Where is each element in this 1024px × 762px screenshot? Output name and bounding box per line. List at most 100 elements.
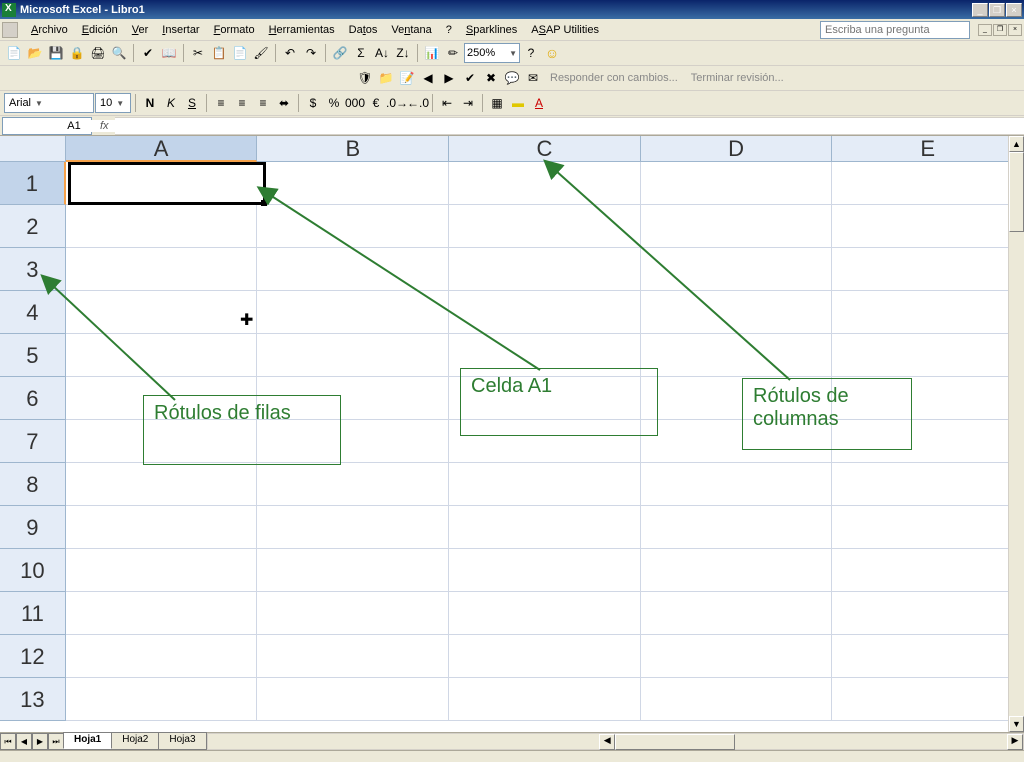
decrease-indent-button[interactable]: ⇤ [437,93,457,113]
paste-button[interactable]: 📄 [230,43,250,63]
new-button[interactable]: 📄 [4,43,24,63]
scroll-left-button[interactable]: ◀ [599,734,615,750]
review-end-label[interactable]: Terminar revisión... [685,72,790,84]
cell[interactable] [257,420,449,463]
italic-button[interactable]: K [161,93,181,113]
chart-button[interactable]: 📊 [422,43,442,63]
copy-button[interactable]: 📋 [209,43,229,63]
cell[interactable] [257,678,449,721]
cell[interactable] [257,506,449,549]
cell[interactable] [449,420,641,463]
scroll-up-button[interactable]: ▲ [1009,136,1024,152]
sort-asc-button[interactable]: A↓ [372,43,392,63]
row-header-11[interactable]: 11 [0,592,66,635]
review-share-button[interactable]: 📁 [376,68,396,88]
cell[interactable] [66,678,258,721]
sheet-tab-hoja1[interactable]: Hoja1 [63,732,112,749]
font-color-button[interactable]: A [529,93,549,113]
formula-input[interactable] [115,117,1024,135]
cell[interactable] [257,635,449,678]
cell[interactable] [257,334,449,377]
cell[interactable] [641,205,833,248]
cell[interactable] [832,592,1024,635]
align-left-button[interactable]: ≡ [211,93,231,113]
open-button[interactable]: 📂 [25,43,45,63]
cell[interactable] [257,162,449,205]
menu-sparklines[interactable]: Sparklines [459,22,524,38]
cell[interactable] [449,291,641,334]
cell[interactable] [66,162,258,205]
tab-next-button[interactable]: ▶ [32,733,48,750]
cell[interactable] [641,506,833,549]
tab-prev-button[interactable]: ◀ [16,733,32,750]
increase-decimal-button[interactable]: .0→ [387,93,407,113]
cell[interactable] [66,463,258,506]
fill-color-button[interactable]: ▬ [508,93,528,113]
menu-datos[interactable]: Datos [342,22,385,38]
format-painter-button[interactable]: 🖌 [251,43,271,63]
font-name-dropdown[interactable]: Arial▼ [4,93,94,113]
name-box[interactable]: ▼ [2,117,92,135]
cell[interactable] [449,635,641,678]
review-track-button[interactable]: 📝 [397,68,417,88]
tab-first-button[interactable]: ⏮ [0,733,16,750]
doc-minimize-button[interactable]: _ [978,24,992,36]
cell[interactable] [66,592,258,635]
save-button[interactable]: 💾 [46,43,66,63]
cell[interactable] [449,549,641,592]
cell[interactable] [66,635,258,678]
menu-asap[interactable]: ASAP Utilities [524,22,606,38]
vertical-scrollbar[interactable]: ▲ ▼ [1008,136,1024,732]
review-protect-button[interactable]: 🛡 [355,68,375,88]
help-button[interactable]: ? [521,43,541,63]
row-header-1[interactable]: 1 [0,162,66,205]
decrease-decimal-button[interactable]: ←.0 [408,93,428,113]
row-header-7[interactable]: 7 [0,420,66,463]
permissions-button[interactable]: 🔒 [67,43,87,63]
row-header-6[interactable]: 6 [0,377,66,420]
row-header-4[interactable]: 4 [0,291,66,334]
cell[interactable] [257,463,449,506]
scroll-right-button[interactable]: ▶ [1007,734,1023,750]
cell[interactable] [66,248,258,291]
sheet-tab-hoja2[interactable]: Hoja2 [111,732,159,749]
review-accept-button[interactable]: ✔ [460,68,480,88]
cell[interactable] [641,592,833,635]
cell[interactable] [832,377,1024,420]
review-reject-button[interactable]: ✖ [481,68,501,88]
print-preview-button[interactable]: 🔍 [109,43,129,63]
borders-button[interactable]: ▦ [487,93,507,113]
cell[interactable] [257,205,449,248]
cell[interactable] [832,248,1024,291]
cell[interactable] [832,678,1024,721]
review-respond-label[interactable]: Responder con cambios... [544,72,684,84]
hscroll-thumb[interactable] [615,734,735,750]
cell[interactable] [641,248,833,291]
menu-insertar[interactable]: Insertar [155,22,206,38]
align-center-button[interactable]: ≡ [232,93,252,113]
cell[interactable] [449,334,641,377]
cell[interactable] [832,549,1024,592]
cell[interactable] [641,678,833,721]
sheet-tab-hoja3[interactable]: Hoja3 [158,732,206,749]
increase-indent-button[interactable]: ⇥ [458,93,478,113]
align-right-button[interactable]: ≡ [253,93,273,113]
doc-restore-button[interactable]: ❐ [993,24,1007,36]
cell[interactable] [641,162,833,205]
cell[interactable] [66,205,258,248]
cell[interactable] [257,592,449,635]
cell[interactable] [449,592,641,635]
underline-button[interactable]: S [182,93,202,113]
review-prev-button[interactable]: ◀ [418,68,438,88]
row-header-2[interactable]: 2 [0,205,66,248]
cell[interactable] [257,248,449,291]
menu-herramientas[interactable]: Herramientas [262,22,342,38]
merge-center-button[interactable]: ⬌ [274,93,294,113]
cell[interactable] [832,506,1024,549]
cell[interactable] [257,291,449,334]
doc-close-button[interactable]: × [1008,24,1022,36]
horizontal-scrollbar[interactable]: ◀ ▶ [207,733,1024,750]
cell[interactable] [449,205,641,248]
column-header-b[interactable]: B [257,136,449,162]
cell[interactable] [641,377,833,420]
